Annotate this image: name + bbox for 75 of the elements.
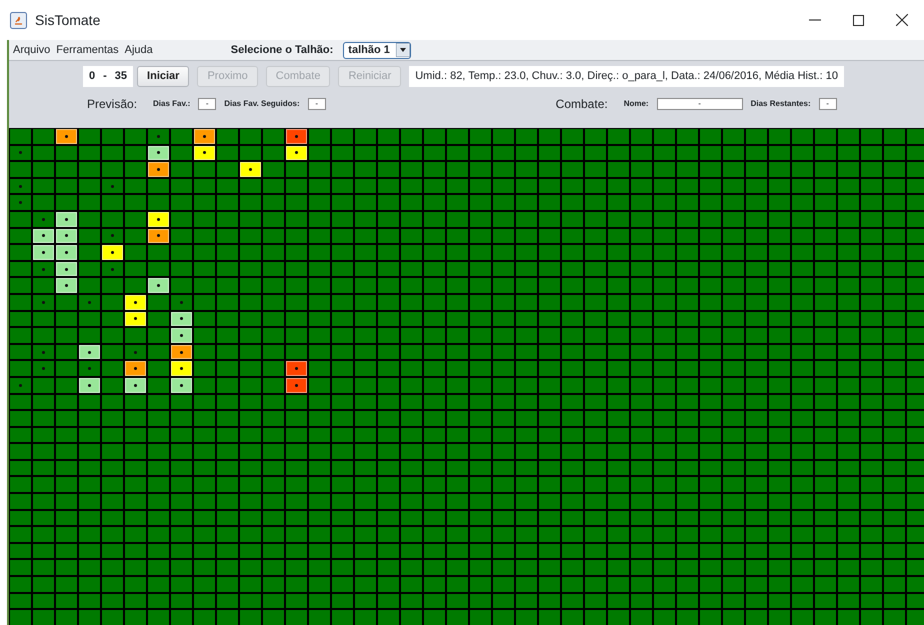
- window-title: SisTomate: [35, 10, 100, 30]
- section-title: Previsão:: [87, 96, 138, 112]
- infection-dot: [134, 350, 137, 354]
- infection-dot: [42, 268, 45, 271]
- infection-dot: [42, 250, 45, 254]
- menu-item[interactable]: Arquivo: [13, 42, 50, 58]
- select-label: Selecione o Talhão:: [230, 42, 334, 58]
- infection-dot: [111, 250, 114, 254]
- value-field: -: [656, 98, 743, 110]
- infection-dot: [157, 284, 160, 288]
- infection-dot: [295, 151, 298, 154]
- infection-dot: [134, 317, 137, 320]
- infection-dot: [42, 234, 45, 238]
- field-label: Nome:: [624, 98, 649, 110]
- toolbar-button[interactable]: Iniciar: [137, 66, 190, 86]
- infection-dot: [65, 218, 68, 221]
- close-icon[interactable]: [896, 14, 908, 26]
- infection-dot: [65, 250, 68, 254]
- dropdown-arrow-icon[interactable]: [396, 43, 410, 57]
- infection-dot: [111, 234, 114, 238]
- weather-info: Umid.: 82, Temp.: 23.0, Chuv.: 3.0, Direç.: o_para_l, Data.: 24/06/2016, Média Hist.: 10: [409, 66, 844, 86]
- infection-dot: [42, 300, 45, 304]
- maximize-icon[interactable]: [853, 14, 864, 26]
- infection-dot: [295, 367, 298, 370]
- section-title: Combate:: [556, 96, 608, 112]
- infection-dot: [42, 367, 45, 370]
- infection-dot: [157, 168, 160, 171]
- infection-dot: [134, 384, 137, 387]
- plot-dropdown[interactable]: talhão 1: [343, 42, 411, 58]
- infection-dot: [157, 218, 160, 221]
- infection-dot: [42, 218, 45, 221]
- infection-dot: [65, 234, 68, 238]
- infection-dot: [88, 350, 91, 354]
- infection-dot: [157, 134, 160, 138]
- menu-item[interactable]: Ferramentas: [56, 42, 119, 58]
- value-field: -: [198, 98, 216, 110]
- field-label: Dias Fav.:: [153, 98, 190, 110]
- infection-dot: [180, 367, 183, 370]
- infection-dot: [111, 184, 114, 188]
- infection-dot: [180, 300, 183, 304]
- infection-dot: [65, 268, 68, 271]
- infection-dot: [88, 300, 91, 304]
- value-field: -: [308, 98, 326, 110]
- field-label: Dias Restantes:: [750, 98, 811, 110]
- infection-dot: [65, 284, 68, 288]
- infection-dot: [180, 317, 183, 320]
- infection-dot: [19, 384, 22, 387]
- range-text: 0: [89, 69, 96, 84]
- infection-dot: [295, 134, 298, 138]
- infection-dot: [134, 367, 137, 370]
- infection-dot: [134, 300, 137, 304]
- field-label: Dias Fav. Seguidos:: [224, 98, 300, 110]
- infection-dot: [203, 134, 206, 138]
- range-text: 35: [114, 69, 128, 84]
- infection-dot: [249, 168, 252, 171]
- infection-dot: [88, 384, 91, 387]
- infection-dot: [19, 201, 22, 204]
- infection-dot: [157, 151, 160, 154]
- app-icon: [10, 12, 27, 28]
- infection-dot: [157, 234, 160, 238]
- infection-dot: [180, 384, 183, 387]
- infection-dot: [111, 268, 114, 271]
- infection-dot: [65, 134, 68, 138]
- infection-dot: [180, 334, 183, 337]
- infection-dot: [203, 151, 206, 154]
- range-text: -: [103, 69, 107, 84]
- value-field: -: [818, 98, 837, 110]
- infection-dot: [295, 384, 298, 387]
- menu-item[interactable]: Ajuda: [124, 42, 153, 58]
- infection-dot: [19, 151, 22, 154]
- infection-dot: [88, 367, 91, 370]
- infection-dot: [19, 184, 22, 188]
- infection-dot: [180, 350, 183, 354]
- minimize-icon[interactable]: [809, 19, 821, 21]
- infection-dot: [42, 350, 45, 354]
